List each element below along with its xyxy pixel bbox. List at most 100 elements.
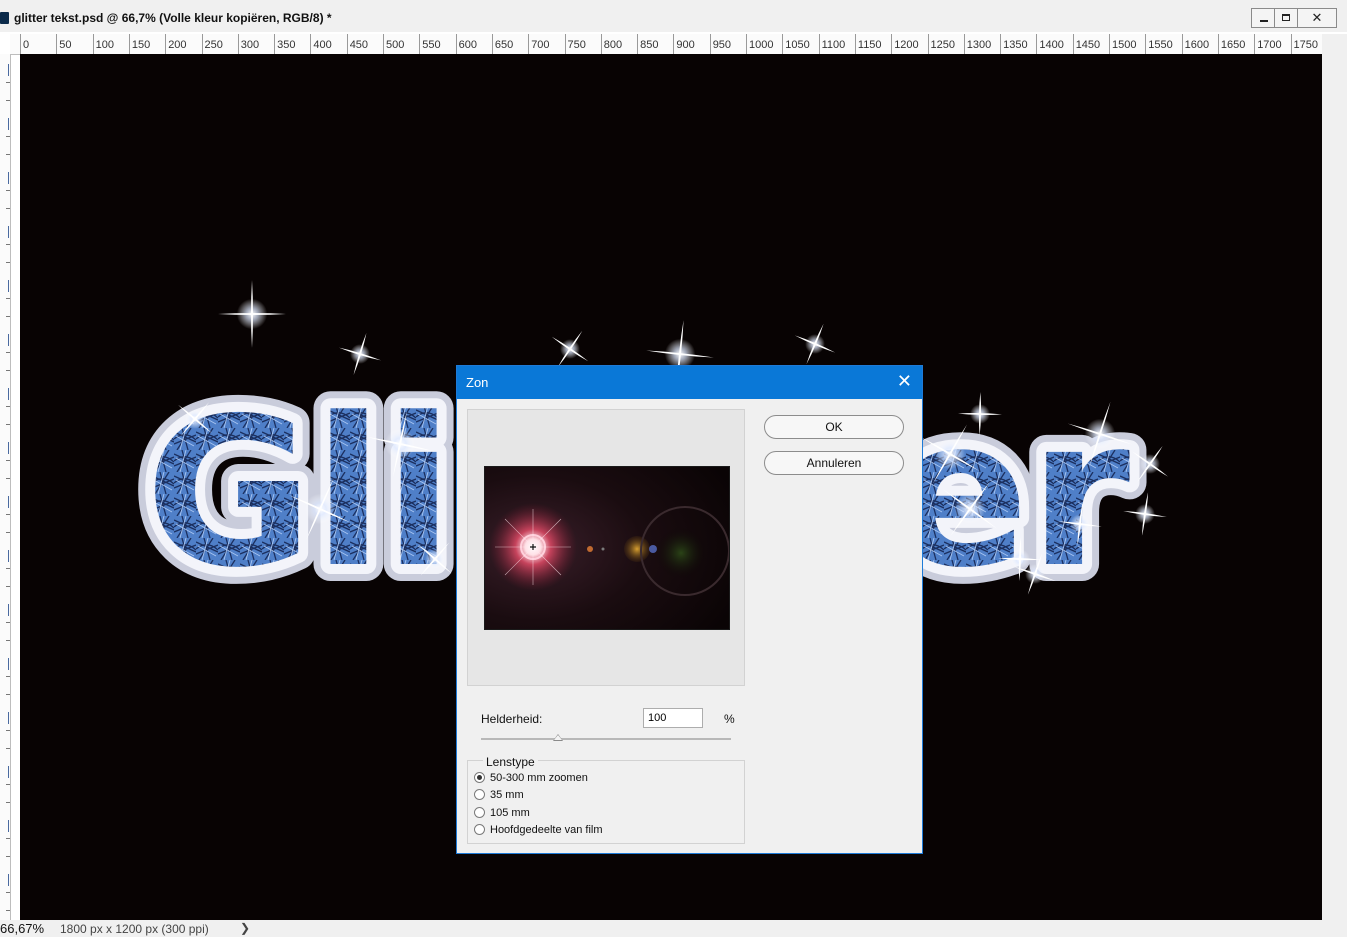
ruler-mark bbox=[6, 244, 10, 245]
lens-option-50-300[interactable]: 50-300 mm zoomen bbox=[474, 772, 588, 784]
ruler-tick: 1050 bbox=[782, 34, 810, 54]
ruler-mark bbox=[8, 496, 9, 508]
ruler-tick: 1700 bbox=[1254, 34, 1282, 54]
brightness-slider-thumb[interactable] bbox=[553, 734, 563, 741]
ruler-mark bbox=[6, 154, 10, 155]
ruler-tick: 1500 bbox=[1109, 34, 1136, 54]
lens-option-label: Hoofdgedeelte van film bbox=[490, 824, 603, 836]
ruler-tick: 450 bbox=[346, 34, 368, 54]
ruler-mark bbox=[8, 64, 9, 76]
ruler-tick: 1100 bbox=[818, 34, 845, 54]
status-menu-arrow-icon[interactable]: ❯ bbox=[240, 921, 250, 935]
ruler-mark bbox=[6, 370, 10, 371]
brightness-label: Helderheid: bbox=[481, 712, 543, 726]
radio-button[interactable] bbox=[474, 807, 485, 818]
horizontal-ruler[interactable]: 0 50 100 150 200 250 300 350 400 450 500 550 600 650 7… bbox=[10, 34, 1322, 55]
vertical-ruler[interactable] bbox=[0, 54, 11, 920]
vertical-scrollbar[interactable] bbox=[1322, 34, 1347, 920]
ruler-mark bbox=[6, 406, 10, 407]
lens-type-legend: Lenstype bbox=[483, 755, 538, 769]
document-size: 1800 px x 1200 px (300 ppi) bbox=[60, 922, 209, 936]
lens-option-105[interactable]: 105 mm bbox=[474, 807, 530, 819]
zoom-level[interactable]: 66,67% bbox=[0, 921, 44, 936]
ruler-mark bbox=[6, 730, 10, 731]
dialog-title-bar[interactable]: Zon ✕ bbox=[457, 366, 922, 399]
photoshop-doc-icon bbox=[0, 12, 9, 24]
ruler-mark bbox=[8, 712, 9, 724]
brightness-input[interactable] bbox=[643, 708, 703, 728]
ruler-tick: 950 bbox=[709, 34, 731, 54]
ruler-mark bbox=[6, 262, 10, 263]
lens-option-movie-prime[interactable]: Hoofdgedeelte van film bbox=[474, 824, 603, 836]
close-icon[interactable]: ✕ bbox=[897, 371, 912, 392]
ruler-tick: 700 bbox=[528, 34, 550, 54]
ruler-tick: 150 bbox=[128, 34, 150, 54]
dialog-title: Zon bbox=[466, 375, 489, 390]
sparkle bbox=[218, 280, 286, 348]
ruler-tick: 500 bbox=[383, 34, 404, 54]
ruler-mark bbox=[6, 478, 10, 479]
ruler-mark bbox=[6, 568, 10, 569]
cancel-button[interactable]: Annuleren bbox=[764, 451, 904, 475]
ruler-tick: 400 bbox=[310, 34, 332, 54]
ruler-mark bbox=[6, 856, 10, 857]
ruler-mark bbox=[6, 640, 10, 641]
lens-option-35[interactable]: 35 mm bbox=[474, 789, 524, 801]
ruler-tick: 800 bbox=[600, 34, 622, 54]
ruler-mark bbox=[6, 676, 10, 677]
ruler-tick: 550 bbox=[419, 34, 441, 54]
ruler-mark bbox=[6, 460, 10, 461]
ok-button[interactable]: OK bbox=[764, 415, 904, 439]
ruler-tick: 850 bbox=[637, 34, 658, 54]
ruler-mark bbox=[6, 802, 10, 803]
ruler-tick: 1550 bbox=[1145, 34, 1173, 54]
ruler-mark bbox=[8, 442, 9, 454]
ruler-tick: 0 bbox=[20, 34, 29, 54]
ruler-tick: 1250 bbox=[927, 34, 955, 54]
ruler-tick: 300 bbox=[237, 34, 259, 54]
lens-flare-dialog: Zon ✕ OK Annuleren Helderheid: 100 % Len… bbox=[456, 365, 923, 854]
ruler-mark bbox=[8, 334, 9, 346]
ruler-tick: 650 bbox=[491, 34, 513, 54]
ruler-tick: 250 bbox=[201, 34, 223, 54]
ruler-mark bbox=[6, 100, 10, 101]
flare-preview[interactable] bbox=[484, 466, 730, 630]
letter-fill-right: er bbox=[890, 375, 1130, 613]
ruler-mark bbox=[6, 694, 10, 695]
ruler-mark bbox=[8, 172, 9, 184]
ruler-mark bbox=[6, 784, 10, 785]
maximize-icon bbox=[1282, 14, 1290, 21]
ruler-mark bbox=[6, 82, 10, 83]
brightness-unit: % bbox=[724, 712, 735, 726]
ruler-mark bbox=[6, 298, 10, 299]
document-title: glitter tekst.psd @ 66,7% (Volle kleur k… bbox=[14, 11, 332, 25]
preview-area bbox=[467, 409, 745, 686]
lens-option-label: 35 mm bbox=[490, 789, 524, 801]
ruler-tick: 1300 bbox=[963, 34, 991, 54]
ruler-tick: 1650 bbox=[1217, 34, 1245, 54]
ruler-tick: 1400 bbox=[1036, 34, 1064, 54]
ruler-mark bbox=[8, 820, 9, 832]
radio-button[interactable] bbox=[474, 789, 485, 800]
document-title-bar: glitter tekst.psd @ 66,7% (Volle kleur k… bbox=[0, 0, 1347, 32]
ruler-mark bbox=[6, 316, 10, 317]
sparkle bbox=[338, 332, 382, 376]
radio-button[interactable] bbox=[474, 824, 485, 835]
ruler-mark bbox=[6, 532, 10, 533]
radio-button[interactable] bbox=[474, 772, 485, 783]
ruler-tick: 1200 bbox=[891, 34, 919, 54]
brightness-slider[interactable] bbox=[481, 738, 731, 740]
ruler-mark bbox=[8, 874, 9, 886]
ruler-tick: 1350 bbox=[1000, 34, 1028, 54]
minimize-button[interactable] bbox=[1251, 8, 1275, 28]
ruler-tick: 1150 bbox=[854, 34, 882, 54]
ruler-tick: 200 bbox=[165, 34, 187, 54]
ruler-tick: 1750 bbox=[1290, 34, 1318, 54]
ruler-tick: 50 bbox=[56, 34, 72, 54]
ruler-mark bbox=[6, 514, 10, 515]
maximize-button[interactable] bbox=[1274, 8, 1298, 28]
close-window-button[interactable]: ✕ bbox=[1297, 8, 1337, 28]
close-icon: ✕ bbox=[1311, 10, 1323, 25]
ruler-mark bbox=[6, 424, 10, 425]
ruler-tick: 900 bbox=[673, 34, 695, 54]
